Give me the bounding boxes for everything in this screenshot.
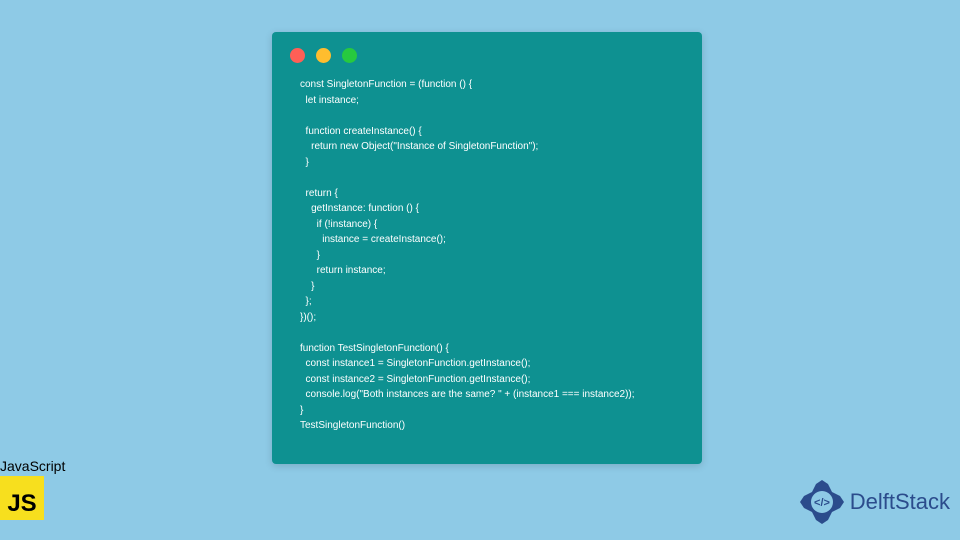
minimize-icon: [316, 48, 331, 63]
window-controls: [272, 32, 702, 73]
code-content: const SingletonFunction = (function () {…: [272, 73, 702, 452]
delftstack-brand: </> DelftStack: [798, 478, 950, 526]
javascript-logo-text: JS: [7, 490, 36, 518]
close-icon: [290, 48, 305, 63]
maximize-icon: [342, 48, 357, 63]
javascript-label: JavaScript: [0, 458, 65, 474]
delftstack-name: DelftStack: [850, 489, 950, 515]
code-window: const SingletonFunction = (function () {…: [272, 32, 702, 464]
javascript-logo-icon: JS: [0, 476, 44, 520]
javascript-badge: JavaScript JS: [0, 458, 65, 520]
svg-text:</>: </>: [814, 497, 830, 509]
delftstack-logo-icon: </>: [798, 478, 846, 526]
